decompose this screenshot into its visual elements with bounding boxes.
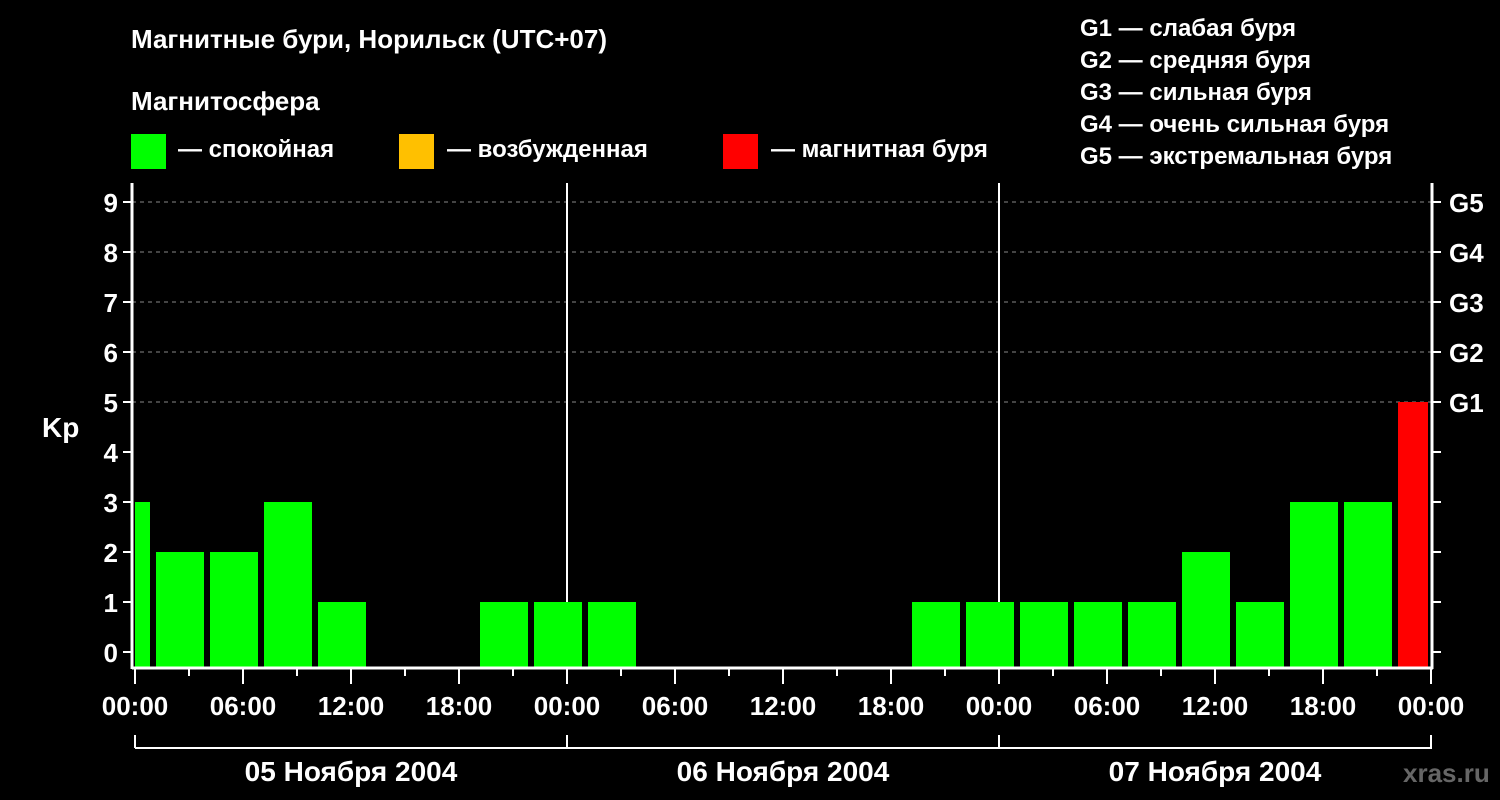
kp-bar: [264, 502, 312, 667]
y-tick-label: 8: [104, 238, 118, 268]
kp-bar: [318, 602, 366, 667]
x-tick-label: 18:00: [858, 691, 925, 721]
y-tick-label: 1: [104, 588, 118, 618]
kp-bar: [1074, 602, 1122, 667]
kp-bar: [135, 502, 150, 667]
kp-bar: [1128, 602, 1176, 667]
kp-bar: [534, 602, 582, 667]
x-tick-label: 12:00: [750, 691, 817, 721]
g-tick-label: G5: [1449, 188, 1484, 218]
x-tick-label: 18:00: [1290, 691, 1357, 721]
y-tick-label: 3: [104, 488, 118, 518]
x-tick-label: 00:00: [1398, 691, 1465, 721]
y-tick-label: 7: [104, 288, 118, 318]
kp-chart: 0 1 2 3 4 5 6 7 8 9 G1 G2 G3 G4 G5 00:00 06:00 12:00 18:00…: [102, 183, 1484, 787]
kp-bar: [156, 552, 204, 667]
kp-bar: [966, 602, 1014, 667]
kp-bar: [1182, 552, 1230, 667]
g-tick-label: G3: [1449, 288, 1484, 318]
kp-bar: [480, 602, 528, 667]
x-tick-label: 12:00: [318, 691, 385, 721]
kp-bar: [588, 602, 636, 667]
y-tick-label: 5: [104, 388, 118, 418]
kp-bar: [1344, 502, 1392, 667]
y-tick-label: 9: [104, 188, 118, 218]
day-label: 06 Ноября 2004: [677, 756, 890, 787]
x-tick-label: 06:00: [210, 691, 277, 721]
g-tick-label: G1: [1449, 388, 1484, 418]
y-tick-label: 2: [104, 538, 118, 568]
y-tick-label: 6: [104, 338, 118, 368]
kp-bar: [1020, 602, 1068, 667]
x-tick-label: 06:00: [642, 691, 709, 721]
y-tick-label: 4: [104, 438, 119, 468]
day-label: 05 Ноября 2004: [245, 756, 458, 787]
x-tick-label: 00:00: [534, 691, 601, 721]
x-tick-label: 18:00: [426, 691, 493, 721]
kp-bar: [912, 602, 960, 667]
kp-bar: [1290, 502, 1338, 667]
x-tick-label: 06:00: [1074, 691, 1141, 721]
g-tick-label: G2: [1449, 338, 1484, 368]
x-tick-label: 12:00: [1182, 691, 1249, 721]
g-tick-label: G4: [1449, 238, 1484, 268]
kp-bar: [1236, 602, 1284, 667]
day-label: 07 Ноября 2004: [1109, 756, 1322, 787]
kp-bar: [1398, 402, 1428, 667]
x-tick-label: 00:00: [966, 691, 1033, 721]
x-tick-label: 00:00: [102, 691, 169, 721]
y-tick-label: 0: [104, 638, 118, 668]
kp-bar: [210, 552, 258, 667]
